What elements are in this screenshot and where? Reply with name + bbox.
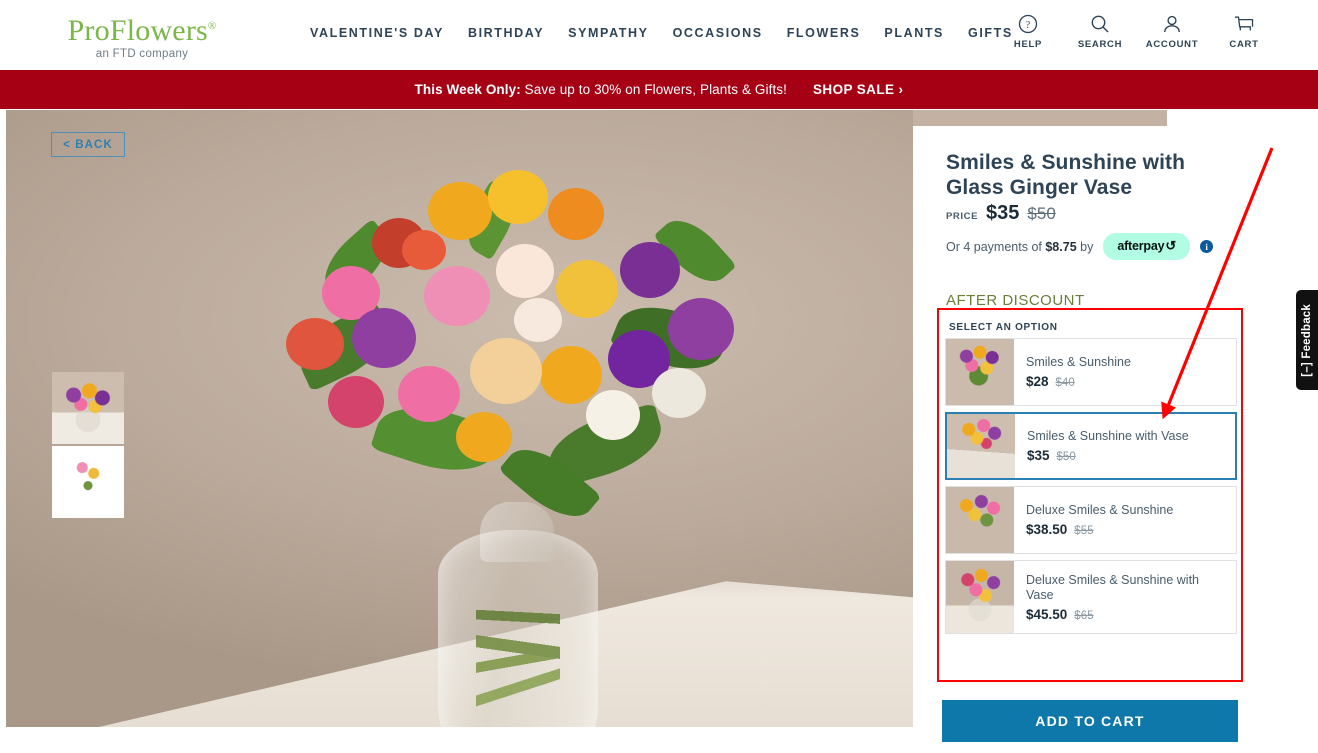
cart-button[interactable]: CART	[1222, 13, 1266, 50]
proflowers-logo[interactable]: ProFlowers® an FTD company	[52, 10, 232, 61]
option-current-price: $35	[1027, 448, 1050, 463]
installment-amount: $8.75	[1045, 239, 1077, 254]
cart-label: CART	[1229, 39, 1259, 50]
option-original-price: $50	[1056, 451, 1076, 463]
option-card-deluxe-smiles-sunshine[interactable]: Deluxe Smiles & Sunshine $38.50 $55	[945, 486, 1237, 554]
afterpay-label: afterpay	[1117, 239, 1165, 253]
help-label: HELP	[1013, 39, 1043, 50]
option-current-price: $28	[1026, 374, 1049, 389]
option-thumbnail	[947, 414, 1015, 478]
nav-item-plants[interactable]: PLANTS	[884, 26, 944, 40]
bouquet-illustration	[256, 170, 776, 532]
option-thumbnail	[946, 487, 1014, 553]
help-button[interactable]: ? HELP	[1006, 13, 1050, 50]
option-name: Deluxe Smiles & Sunshine	[1026, 503, 1174, 517]
option-list: Smiles & Sunshine $28 $40 Smiles & Sunsh…	[945, 338, 1237, 640]
option-original-price: $55	[1074, 525, 1094, 537]
option-current-price: $45.50	[1026, 606, 1068, 622]
main-navigation: VALENTINE'S DAY BIRTHDAY SYMPATHY OCCASI…	[310, 26, 1013, 40]
header-utilities: ? HELP SEARCH ACCOUNT CART	[1006, 13, 1266, 50]
current-price: $35	[986, 202, 1020, 224]
nav-item-sympathy[interactable]: SYMPATHY	[568, 26, 648, 40]
product-detail-page: ProFlowers® an FTD company VALENTINE'S D…	[0, 0, 1318, 753]
logo-trademark: ®	[207, 20, 217, 32]
account-icon	[1162, 13, 1182, 35]
option-name: Deluxe Smiles & Sunshine with Vase	[1026, 572, 1199, 602]
option-card-deluxe-smiles-sunshine-with-vase[interactable]: Deluxe Smiles & Sunshine with Vase $45.5…	[945, 560, 1237, 634]
option-thumbnail	[946, 339, 1014, 405]
account-label: ACCOUNT	[1145, 39, 1199, 50]
nav-item-valentines-day[interactable]: VALENTINE'S DAY	[310, 26, 444, 40]
promo-bold-prefix: This Week Only:	[414, 82, 521, 97]
site-header: ProFlowers® an FTD company VALENTINE'S D…	[0, 0, 1318, 70]
select-option-label: SELECT AN OPTION	[949, 322, 1058, 333]
account-button[interactable]: ACCOUNT	[1146, 13, 1197, 50]
installment-text: Or 4 payments of $8.75 by	[946, 240, 1093, 254]
back-button[interactable]: < BACK	[51, 132, 125, 157]
option-original-price: $40	[1055, 377, 1075, 389]
price-label: PRICE	[946, 211, 979, 222]
product-info-panel: Smiles & Sunshine with Glass Ginger Vase…	[913, 126, 1318, 753]
logo-tagline: an FTD company	[95, 48, 189, 60]
promo-message: This Week Only: Save up to 30% on Flower…	[415, 82, 787, 97]
feedback-label: [–] Feedback	[1301, 303, 1313, 377]
cart-icon	[1234, 13, 1254, 35]
search-button[interactable]: SEARCH	[1078, 13, 1122, 50]
nav-item-flowers[interactable]: FLOWERS	[787, 26, 861, 40]
promo-message-text: Save up to 30% on Flowers, Plants & Gift…	[520, 82, 788, 97]
option-name: Smiles & Sunshine with Vase	[1027, 429, 1189, 443]
logo-wordmark: ProFlowers®	[67, 14, 217, 47]
afterpay-badge[interactable]: afterpay ↺	[1103, 233, 1191, 260]
option-card-smiles-sunshine[interactable]: Smiles & Sunshine $28 $40	[945, 338, 1237, 406]
thumbnail-stems[interactable]	[52, 446, 124, 518]
option-current-price: $38.50	[1026, 522, 1068, 537]
original-price: $50	[1027, 204, 1056, 223]
page-title: Smiles & Sunshine with Glass Ginger Vase	[946, 151, 1186, 199]
thumbnail-bouquet-in-vase[interactable]	[52, 372, 124, 444]
price-row: PRICE $35 $50	[946, 202, 1056, 225]
thumbnail-image-1	[52, 372, 124, 444]
afterpay-row: Or 4 payments of $8.75 by afterpay ↺ i	[946, 233, 1214, 260]
nav-item-birthday[interactable]: BIRTHDAY	[468, 26, 544, 40]
search-icon	[1090, 13, 1110, 35]
installment-prefix: Or 4 payments of	[946, 239, 1046, 254]
promo-banner: This Week Only: Save up to 30% on Flower…	[0, 70, 1318, 109]
thumbnail-image-2	[52, 446, 124, 518]
afterpay-swirl-icon: ↺	[1165, 238, 1177, 253]
nav-item-occasions[interactable]: OCCASIONS	[673, 26, 763, 40]
installment-suffix: by	[1076, 239, 1094, 254]
after-discount-label: AFTER DISCOUNT	[946, 292, 1085, 309]
flower-stems	[476, 550, 560, 727]
shop-sale-link[interactable]: SHOP SALE ›	[813, 82, 903, 97]
svg-text:?: ?	[1026, 20, 1031, 31]
option-thumbnail	[946, 561, 1014, 633]
add-to-cart-button[interactable]: ADD TO CART	[942, 700, 1238, 742]
thumbnail-strip	[52, 372, 134, 518]
afterpay-info-icon[interactable]: i	[1200, 240, 1214, 253]
help-icon: ?	[1018, 13, 1038, 35]
option-name: Smiles & Sunshine	[1026, 355, 1131, 369]
feedback-tab[interactable]: [–] Feedback	[1296, 290, 1318, 390]
option-original-price: $65	[1074, 609, 1094, 622]
option-card-smiles-sunshine-with-vase[interactable]: Smiles & Sunshine with Vase $35 $50	[945, 412, 1237, 480]
search-label: SEARCH	[1077, 39, 1123, 50]
